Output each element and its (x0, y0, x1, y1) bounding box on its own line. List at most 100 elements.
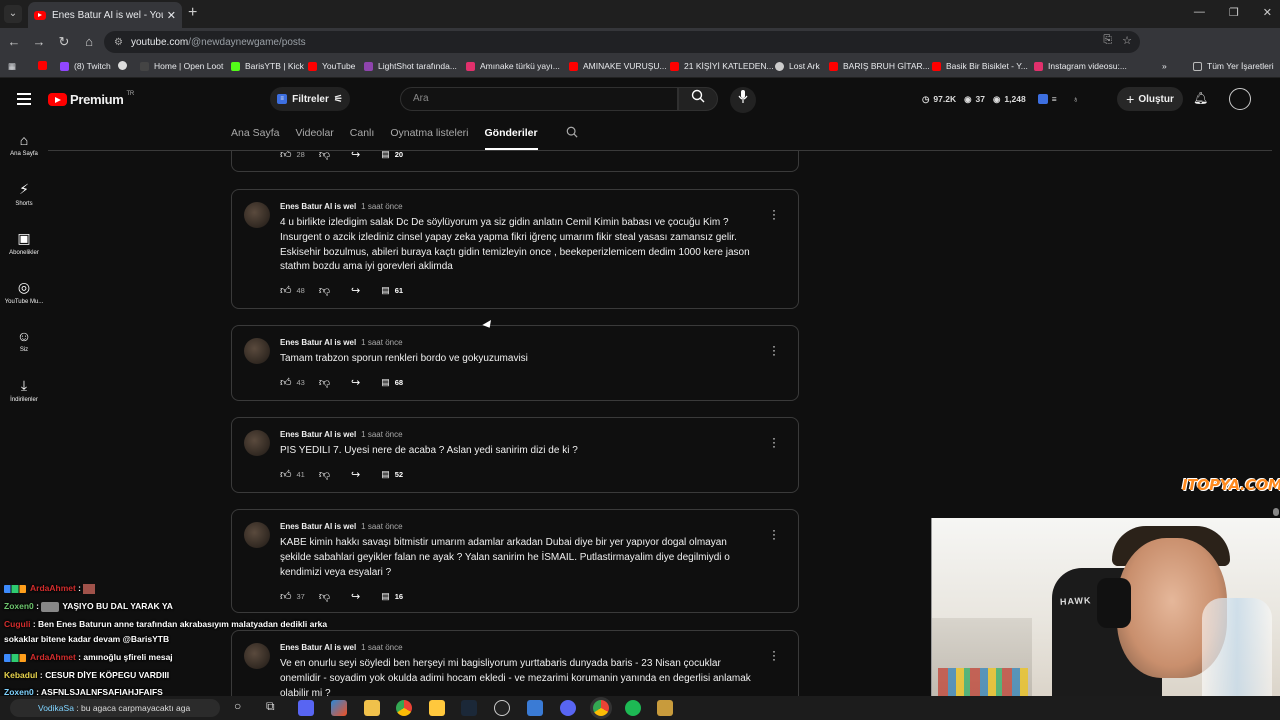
post-author[interactable]: Enes Batur AI is wel (280, 522, 356, 531)
post-author[interactable]: Enes Batur AI is wel (280, 430, 356, 439)
install-app-icon[interactable]: ⎘ (1103, 34, 1112, 47)
channel-avatar[interactable] (244, 338, 270, 364)
comments-button[interactable]: ▤ 52 (381, 469, 403, 480)
close-window-icon[interactable]: ✕ (1263, 6, 1272, 19)
post-author[interactable]: Enes Batur AI is wel (280, 202, 356, 211)
bookmark-star-icon[interactable]: ☆ (1122, 34, 1132, 47)
dislike-button[interactable]: 👎︎ (319, 376, 335, 389)
scrollbar-thumb[interactable] (1273, 508, 1279, 516)
channel-avatar[interactable] (244, 522, 270, 548)
apps-grid-icon[interactable]: ▦ (8, 61, 16, 72)
bookmark-item[interactable] (118, 61, 132, 70)
bookmark-item[interactable]: Lost Ark (775, 61, 820, 71)
list-icon[interactable]: ≡ (1052, 94, 1057, 104)
tab-live[interactable]: Canlı (350, 120, 375, 150)
extension-badge-icon[interactable] (1037, 94, 1048, 104)
tab-playlists[interactable]: Oynatma listeleri (390, 120, 468, 150)
account-avatar[interactable] (1229, 88, 1251, 110)
app-icon[interactable] (527, 700, 543, 716)
bookmark-item[interactable]: Amınake türkü yayı... (466, 61, 560, 71)
share-button[interactable]: ↪ (351, 284, 365, 297)
shield-icon[interactable]: ♁ (1073, 94, 1079, 104)
comments-button[interactable]: ▤ 61 (381, 285, 403, 296)
taskbar-search[interactable]: VodikaSa : bu agaca carpmayacaktı aga (10, 699, 220, 717)
search-input[interactable]: Ara (400, 87, 678, 111)
bookmark-item[interactable]: BarisYTB | Kick (231, 61, 304, 71)
bookmark-item[interactable]: YouTube (308, 61, 355, 71)
back-icon[interactable]: ← (3, 31, 25, 53)
channel-avatar[interactable] (244, 202, 270, 228)
post-time[interactable]: 1 saat önce (361, 430, 402, 439)
bookmark-item[interactable]: BARIŞ BRUH GİTAR... (829, 61, 930, 71)
share-button[interactable]: ↪ (351, 468, 365, 481)
bookmark-item[interactable]: LightShot tarafında... (364, 61, 457, 71)
youtube-logo[interactable]: Premium TR (48, 91, 134, 107)
bookmark-item[interactable]: Instagram videosu:... (1034, 61, 1127, 71)
sidebar-item-downloads[interactable]: ⤓ İndirilenler (0, 377, 48, 403)
sidebar-item-you[interactable]: ☺ Siz (0, 328, 48, 353)
post-time[interactable]: 1 saat önce (361, 643, 402, 652)
post-time[interactable]: 1 saat önce (361, 522, 402, 531)
channel-search-icon[interactable] (566, 126, 578, 141)
voice-search-button[interactable] (730, 87, 756, 113)
bookmark-item[interactable]: Basik Bir Bisiklet - Y... (932, 61, 1028, 71)
more-options-icon[interactable]: · · · (772, 204, 776, 224)
bookmark-item[interactable]: Home | Open Loot (140, 61, 223, 71)
all-bookmarks[interactable]: Tüm Yer İşaretleri (1193, 61, 1274, 71)
more-options-icon[interactable]: · · · (772, 432, 776, 452)
menu-icon[interactable] (17, 93, 31, 108)
tab-videos[interactable]: Videolar (295, 120, 333, 150)
post-time[interactable]: 1 saat önce (361, 338, 402, 347)
sidebar-item-subscriptions[interactable]: ▣ Abonelikler (0, 230, 48, 256)
close-tab-icon[interactable]: ✕ (167, 9, 176, 22)
filters-button[interactable]: ≡ Filtreler ⚟ (270, 87, 350, 111)
more-options-icon[interactable]: · · · (772, 524, 776, 544)
sidebar-item-home[interactable]: ⌂ Ana Sayfa (0, 132, 48, 157)
bookmark-item[interactable]: (8) Twitch (60, 61, 111, 71)
copilot-icon[interactable] (331, 700, 347, 716)
like-button[interactable]: 👍︎ 48 (280, 284, 305, 297)
more-options-icon[interactable]: · · · (772, 645, 776, 665)
minimize-icon[interactable]: — (1194, 6, 1205, 19)
bookmark-item[interactable]: AMINAKE VURUŞU... (569, 61, 667, 71)
dislike-button[interactable]: 👎︎ (319, 468, 335, 481)
tab-posts[interactable]: Gönderiler (484, 120, 538, 150)
new-tab-button[interactable]: + (188, 4, 197, 22)
bookmark-item[interactable] (38, 61, 52, 70)
store-icon[interactable] (364, 700, 380, 716)
reload-icon[interactable]: ↻ (53, 31, 75, 53)
forward-icon[interactable]: → (28, 31, 50, 53)
file-explorer-icon[interactable] (429, 700, 445, 716)
notifications-bell-icon[interactable]: 🔔︎ (1193, 91, 1208, 105)
circle-icon[interactable]: ○ (234, 699, 241, 713)
comments-button[interactable]: ▤ 16 (381, 591, 403, 602)
like-button[interactable]: 👍︎ 41 (280, 468, 305, 481)
discord-icon[interactable] (560, 700, 576, 716)
chrome-icon[interactable] (396, 700, 412, 716)
home-icon[interactable]: ⌂ (78, 31, 100, 53)
chrome-active-icon[interactable] (593, 700, 609, 716)
league-client-icon[interactable] (657, 700, 673, 716)
post-time[interactable]: 1 saat önce (361, 202, 402, 211)
share-button[interactable]: ↪ (351, 376, 365, 389)
more-bookmarks-icon[interactable]: » (1162, 61, 1167, 71)
create-button[interactable]: + Oluştur (1117, 87, 1183, 111)
sidebar-item-shorts[interactable]: ⚡︎ Shorts (0, 181, 48, 207)
obs-icon[interactable] (494, 700, 510, 716)
address-bar[interactable]: ⚙ youtube.com/@newdaynewgame/posts ⎘ ☆ (104, 31, 1140, 53)
sidebar-item-youtube-music[interactable]: ◎ YouTube Mu... (0, 279, 48, 305)
site-info-icon[interactable]: ⚙ (114, 37, 123, 48)
dislike-button[interactable]: 👎︎ (319, 284, 335, 297)
tab-home[interactable]: Ana Sayfa (231, 120, 279, 150)
bookmark-item[interactable]: 21 KİŞİYİ KATLEDEN... (670, 61, 774, 71)
like-button[interactable]: 👍︎ 43 (280, 376, 305, 389)
steam-icon[interactable] (461, 700, 477, 716)
browser-tab-active[interactable]: Enes Batur AI is wel - YouTube ✕ (28, 2, 182, 28)
channel-avatar[interactable] (244, 430, 270, 456)
spotify-icon[interactable] (625, 700, 641, 716)
post-author[interactable]: Enes Batur AI is wel (280, 338, 356, 347)
app-icon[interactable] (298, 700, 314, 716)
search-button[interactable] (678, 87, 718, 111)
comments-button[interactable]: ▤ 68 (381, 377, 403, 388)
task-view-icon[interactable]: ⧉ (266, 699, 275, 714)
